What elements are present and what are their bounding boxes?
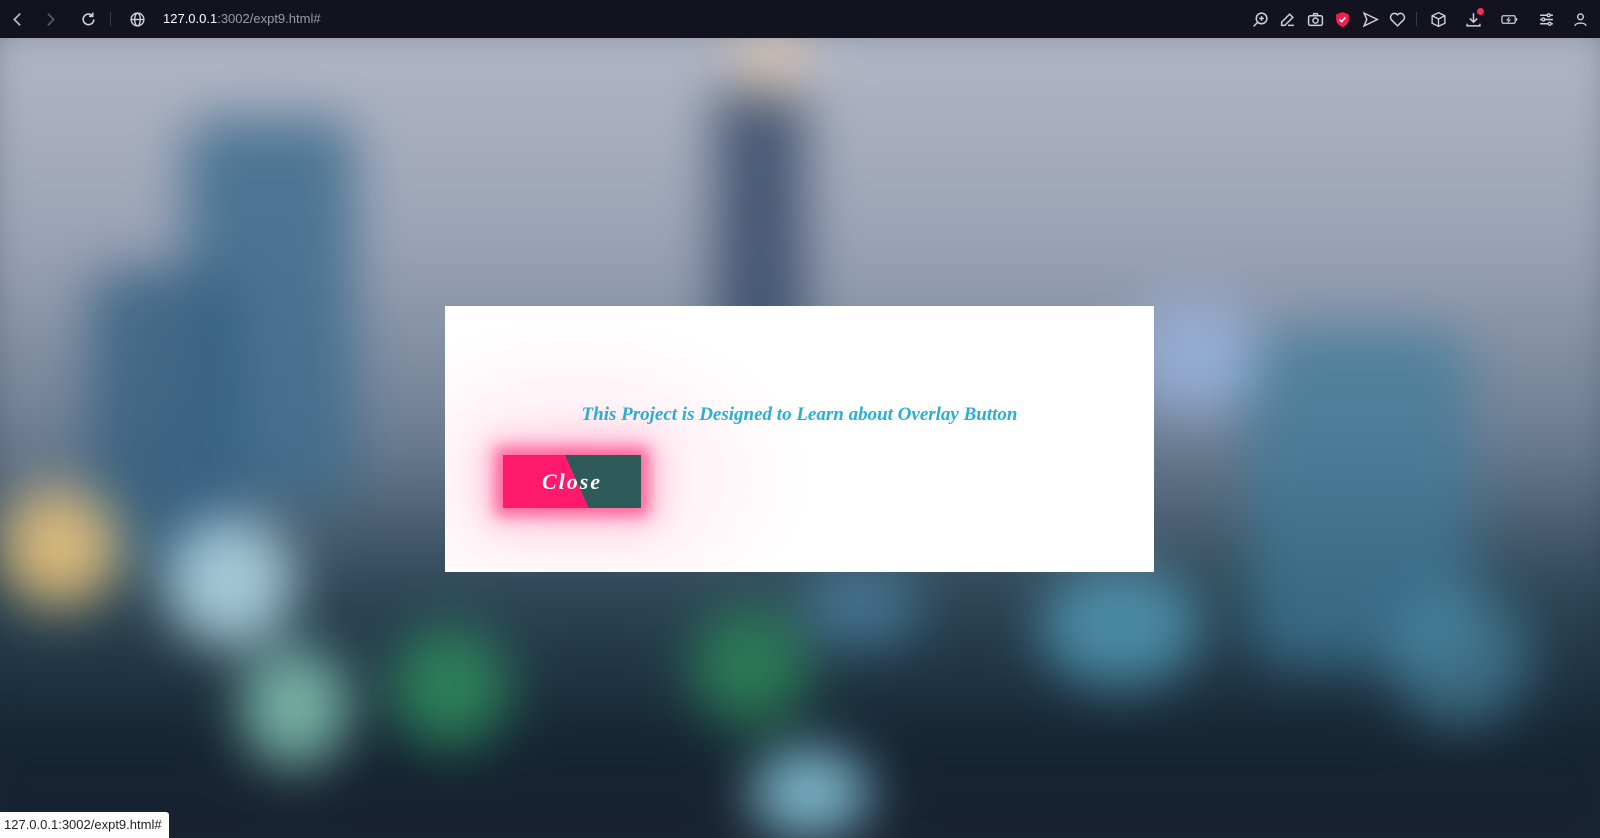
page-viewport: This Project is Designed to Learn about …	[0, 38, 1600, 838]
download-badge	[1477, 8, 1484, 15]
settings-button[interactable]	[1532, 5, 1560, 33]
send-button[interactable]	[1356, 5, 1384, 33]
toolbar-separator	[1416, 12, 1417, 26]
overlay-dialog: This Project is Designed to Learn about …	[445, 306, 1154, 572]
close-button[interactable]: Close	[503, 455, 641, 508]
screenshot-button[interactable]	[1301, 5, 1329, 33]
url-path: :3002/expt9.html#	[217, 11, 321, 26]
zoom-button[interactable]	[1246, 5, 1274, 33]
globe-icon	[129, 11, 145, 27]
back-button[interactable]	[3, 5, 31, 33]
reload-icon	[81, 12, 95, 25]
favorite-button[interactable]	[1383, 5, 1411, 33]
edit-button[interactable]	[1273, 5, 1301, 33]
cube-icon	[1430, 11, 1446, 27]
shield-icon	[1335, 11, 1349, 27]
sliders-icon	[1539, 12, 1553, 26]
forward-button[interactable]	[36, 5, 64, 33]
site-info-button[interactable]	[123, 5, 151, 33]
arrow-left-icon	[12, 12, 21, 26]
status-bar-url: 127.0.0.1:3002/expt9.html#	[0, 812, 169, 838]
battery-saver-button[interactable]	[1495, 5, 1523, 33]
browser-toolbar: 127.0.0.1:3002/expt9.html#	[0, 0, 1600, 38]
zoom-in-icon	[1252, 11, 1268, 27]
send-icon	[1362, 11, 1379, 27]
profile-button[interactable]	[1566, 5, 1594, 33]
battery-icon	[1500, 14, 1517, 24]
downloads-button[interactable]	[1459, 5, 1487, 33]
toolbar-separator	[110, 12, 111, 26]
heart-icon	[1389, 12, 1405, 27]
arrow-right-icon	[46, 12, 55, 26]
url-host: 127.0.0.1	[163, 11, 218, 26]
pencil-icon	[1280, 12, 1294, 26]
reload-button[interactable]	[74, 5, 102, 33]
camera-icon	[1307, 12, 1323, 26]
dialog-message: This Project is Designed to Learn about …	[581, 404, 1018, 425]
extensions-button[interactable]	[1424, 5, 1452, 33]
address-bar[interactable]: 127.0.0.1:3002/expt9.html#	[163, 10, 321, 28]
shield-button[interactable]	[1328, 5, 1356, 33]
user-icon	[1573, 12, 1587, 26]
